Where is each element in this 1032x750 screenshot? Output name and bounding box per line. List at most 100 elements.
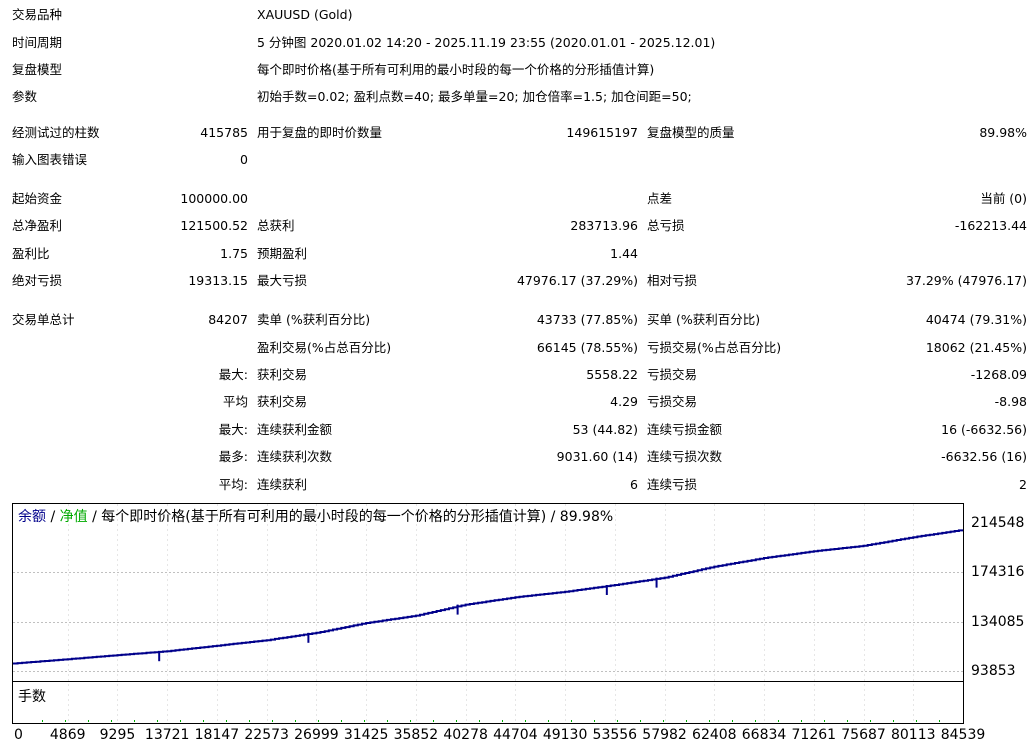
lots-mark: [479, 720, 480, 722]
lots-mark: [318, 720, 319, 722]
ticks-value: 149615197: [566, 125, 638, 140]
x-tick-label: 31425: [343, 727, 389, 743]
lots-mark: [824, 720, 825, 722]
loss-trades-value: 18062 (21.45%): [925, 340, 1027, 355]
loss-trades-label: 亏损交易(%占总百分比): [647, 340, 782, 355]
quality-label: 复盘模型的质量: [647, 125, 735, 140]
maximal-drawdown-value: 47976.17 (37.29%): [516, 273, 638, 288]
x-tick-label: 71261: [791, 727, 837, 743]
params-value: 初始手数=0.02; 盈利点数=40; 最多单量=20; 加仓倍率=1.5; 加…: [257, 89, 692, 104]
relative-drawdown-label: 相对亏损: [647, 273, 698, 288]
average-loss-label: 亏损交易: [647, 394, 698, 409]
lots-mark: [364, 720, 365, 722]
lots-mark: [295, 720, 296, 722]
chart-legend: 余额 / 净值 / 每个即时价格(基于所有可利用的最小时段的每一个价格的分形插值…: [18, 508, 613, 526]
y-tick-label: 174316: [971, 563, 1025, 580]
lots-mark: [571, 720, 572, 722]
x-tick-label: 0: [14, 727, 23, 743]
profit-factor-label: 盈利比: [12, 246, 50, 261]
grid-layer: [13, 504, 964, 723]
lots-mark: [157, 720, 158, 722]
lots-mark: [801, 720, 802, 722]
model-label: 复盘模型: [12, 62, 63, 77]
x-tick-label: 66834: [741, 727, 787, 743]
relative-drawdown-value: 37.29% (47976.17): [905, 273, 1027, 288]
balance-series-line: [13, 529, 964, 665]
lots-mark: [433, 720, 434, 722]
lots-mark: [847, 720, 848, 722]
average-consecutive-prefix: 平均:: [218, 477, 248, 492]
long-positions-label: 买单 (%获利百分比): [647, 312, 761, 327]
lots-mark: [226, 720, 227, 722]
lots-mark: [134, 720, 135, 722]
lots-mark: [617, 720, 618, 722]
lots-mark: [732, 720, 733, 722]
net-profit-label: 总净盈利: [12, 218, 63, 233]
lots-mark: [88, 720, 89, 722]
deposit-label: 起始资金: [12, 191, 63, 206]
lots-mark: [663, 720, 664, 722]
lots-mark: [778, 720, 779, 722]
symbol-label: 交易品种: [12, 7, 63, 22]
long-positions-value: 40474 (79.31%): [925, 312, 1027, 327]
series-layer: [13, 529, 964, 665]
x-tick-label: 22573: [244, 727, 289, 743]
ticks-label: 用于复盘的即时价数量: [257, 125, 383, 140]
lots-mark: [686, 720, 687, 722]
average-consecutive-wins-label: 连续获利: [257, 477, 308, 492]
period-value: 5 分钟图 2020.01.02 14:20 - 2025.11.19 23:5…: [257, 35, 716, 50]
gross-loss-label: 总亏损: [647, 218, 685, 233]
max-consecutive-prefix: 最大:: [218, 422, 248, 437]
max-consecutive-losses-value: 16 (-6632.56): [941, 422, 1027, 437]
gross-profit-label: 总获利: [257, 218, 295, 233]
x-tick-label: 62408: [692, 727, 737, 743]
balance-chart: 余额 / 净值 / 每个即时价格(基于所有可利用的最小时段的每一个价格的分形插值…: [12, 503, 1030, 750]
most-consecutive-prefix: 最多:: [218, 449, 248, 464]
lots-mark: [42, 720, 43, 722]
lots-mark: [249, 720, 250, 722]
max-consecutive-wins-label: 连续获利金额: [257, 422, 333, 437]
chart-frame: [12, 503, 964, 724]
profit-trades-value: 66145 (78.55%): [536, 340, 638, 355]
lots-mark: [502, 720, 503, 722]
lots-mark: [180, 720, 181, 722]
legend-balance: 余额: [18, 509, 46, 525]
lots-mark: [870, 720, 871, 722]
max-consecutive-wins-value: 53 (44.82): [572, 422, 638, 437]
y-tick-label: 93853: [971, 662, 1016, 679]
lots-mark: [594, 720, 595, 722]
lots-mark: [341, 720, 342, 722]
average-consecutive-losses-label: 连续亏损: [647, 477, 698, 492]
short-positions-value: 43733 (77.85%): [536, 312, 638, 327]
y-tick-label: 214548: [971, 514, 1025, 531]
legend-description: 每个即时价格(基于所有可利用的最小时段的每一个价格的分形插值计算) / 89.9…: [101, 509, 614, 525]
lots-mark: [111, 720, 112, 722]
lots-mark: [939, 720, 940, 722]
max-consecutive-loss-label: 连续亏损次数: [647, 449, 723, 464]
average-consecutive-wins-value: 6: [630, 477, 638, 492]
max-consecutive-profit-label: 连续获利次数: [257, 449, 333, 464]
lots-mark: [916, 720, 917, 722]
lots-mark: [548, 720, 549, 722]
x-tick-label: 18147: [194, 727, 240, 743]
x-tick-label: 53556: [592, 727, 638, 743]
errors-label: 输入图表错误: [12, 152, 88, 167]
x-tick-label: 49130: [542, 727, 588, 743]
legend-sep: /: [46, 509, 60, 525]
absolute-drawdown-value: 19313.15: [188, 273, 248, 288]
average-loss-value: -8.98: [994, 394, 1027, 409]
expected-payoff-value: 1.44: [610, 246, 638, 261]
lots-mark: [456, 720, 457, 722]
spread-value: 当前 (0): [980, 191, 1027, 206]
profit-factor-value: 1.75: [220, 246, 248, 261]
lots-mark: [525, 720, 526, 722]
x-tick-label: 84539: [940, 727, 986, 743]
chart-canvas: [12, 503, 964, 724]
profit-trades-label: 盈利交易(%占总百分比): [257, 340, 392, 355]
x-tick-label: 35852: [393, 727, 439, 743]
lots-mark: [65, 720, 66, 722]
total-trades-label: 交易单总计: [12, 312, 75, 327]
average-profit-label: 获利交易: [257, 394, 308, 409]
maximal-drawdown-label: 最大亏损: [257, 273, 308, 288]
x-tick-label: 40278: [443, 727, 488, 743]
